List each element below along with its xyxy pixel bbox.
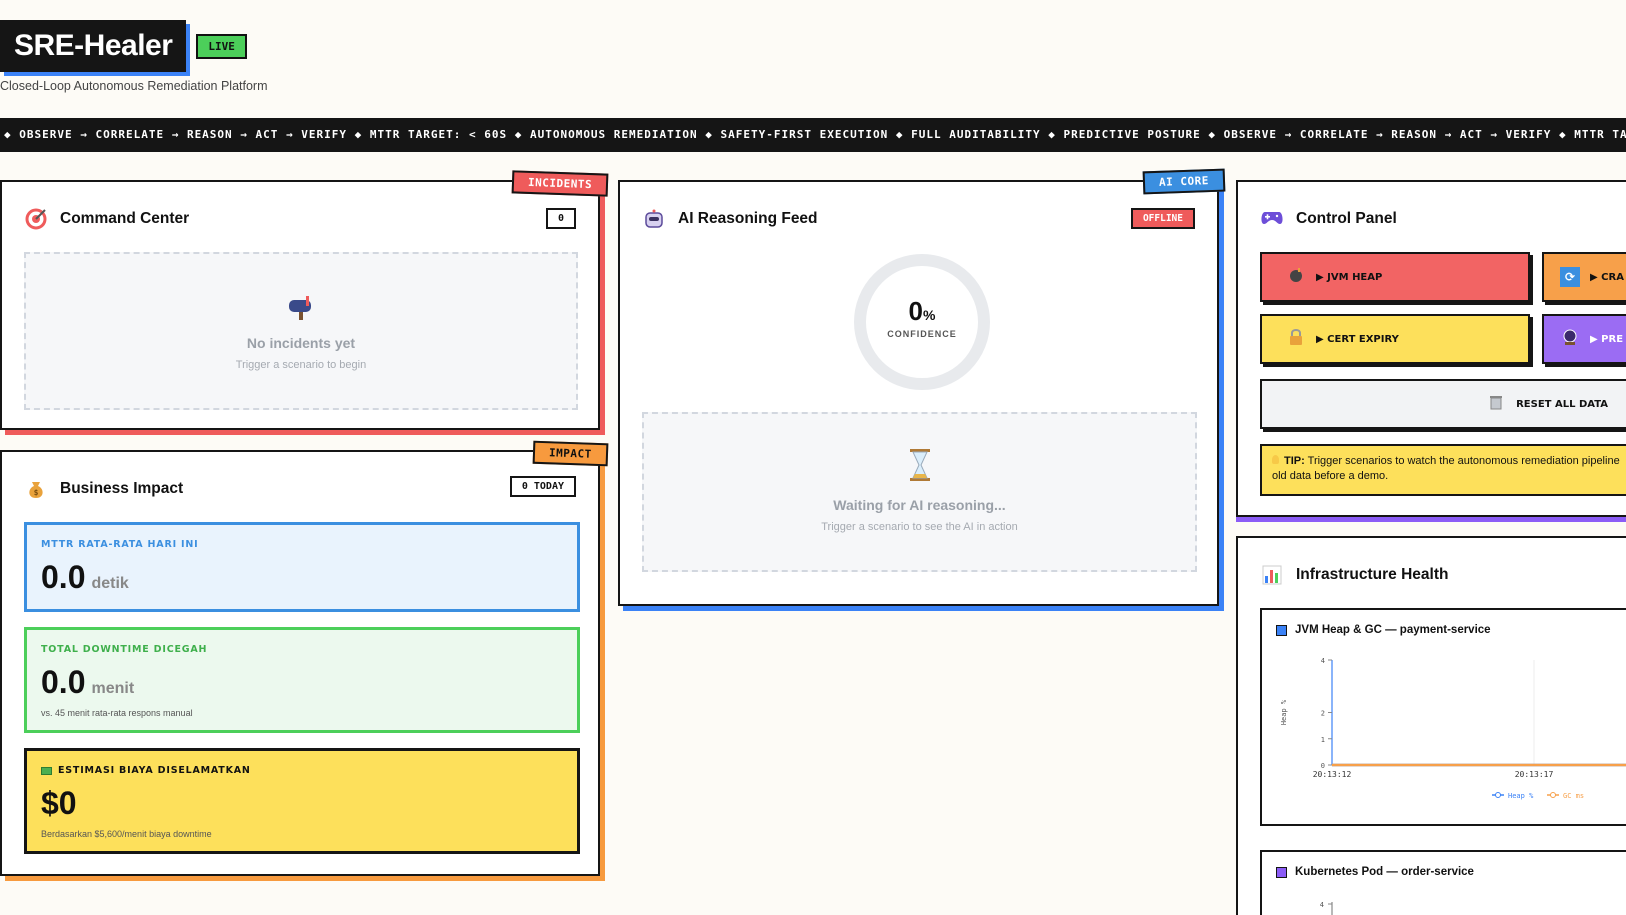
incidents-empty-state: No incidents yet Trigger a scenario to b…: [24, 252, 578, 410]
card-title: Command Center: [60, 210, 190, 227]
lock-icon: [1286, 329, 1306, 349]
tip-label: TIP:: [1284, 455, 1305, 467]
incident-count: 0: [545, 208, 576, 229]
mttr-metric: MTTR RATA-RATA HARI INI 0.0 detik: [24, 522, 580, 612]
y-tick-label: 0: [1321, 762, 1325, 770]
robot-icon: [642, 208, 666, 232]
app-subtitle: Closed-Loop Autonomous Remediation Platf…: [0, 79, 268, 93]
card-title: Infrastructure Health: [1296, 566, 1449, 583]
k8s-pod-chart-card: Kubernetes Pod — order-service 4: [1260, 850, 1626, 915]
trigger-jvm-heap-button[interactable]: ▶ JVM HEAP: [1260, 252, 1530, 302]
svg-text:$: $: [34, 488, 39, 497]
downtime-metric: TOTAL DOWNTIME DICEGAH 0.0 menit vs. 45 m…: [24, 627, 580, 733]
metric-label: MTTR RATA-RATA HARI INI: [41, 539, 199, 550]
tip-text-2: old data before a demo.: [1272, 470, 1389, 482]
button-label: ▶ CERT EXPIRY: [1316, 333, 1399, 345]
impact-count: 0 TODAY: [509, 476, 576, 497]
infrastructure-health-card: Infrastructure Health JVM Heap & GC — pa…: [1236, 536, 1626, 915]
jvm-heap-chart-card: JVM Heap & GC — payment-service 0 1 2 4 Heap…: [1260, 608, 1626, 826]
button-label: ▶ PRE: [1590, 333, 1624, 345]
confidence-gauge: 0% CONFIDENCE: [854, 254, 990, 390]
ai-status-badge: OFFLINE: [1130, 208, 1195, 229]
impact-tag: IMPACT: [532, 440, 609, 467]
y-tick-label: 1: [1321, 736, 1325, 744]
ai-reasoning-card: AI CORE AI Reasoning Feed OFFLINE 0% CON…: [618, 168, 1226, 606]
legend-marker: [1495, 792, 1501, 798]
tip-text: Trigger scenarios to watch the autonomou…: [1304, 455, 1620, 467]
bomb-icon: [1286, 267, 1306, 287]
refresh-icon: ⟳: [1560, 267, 1580, 287]
y-tick-label: 4: [1320, 901, 1324, 909]
button-label: ▶ JVM HEAP: [1316, 271, 1383, 283]
brand: SRE-Healer LIVE: [0, 20, 247, 72]
ai-core-tag: AI CORE: [1142, 168, 1226, 195]
k8s-pod-chart: 4: [1320, 901, 1333, 915]
trash-icon: [1486, 394, 1506, 414]
cost-value: $0: [41, 785, 77, 821]
hourglass-icon: [644, 448, 1195, 489]
app-logo: SRE-Healer: [0, 20, 187, 72]
legend-label: GC ms: [1563, 792, 1584, 800]
control-panel-card: Control Panel ▶ JVM HEAP ⟳ ▶ CRA ▶ CERT …: [1236, 180, 1626, 517]
empty-title: No incidents yet: [246, 335, 356, 351]
status-ticker: ◆ OBSERVE → CORRELATE → REASON → ACT → V…: [0, 118, 1626, 152]
metric-label: TOTAL DOWNTIME DICEGAH: [41, 644, 208, 655]
tip-box: TIP: Trigger scenarios to watch the auto…: [1260, 444, 1626, 496]
crystal-ball-icon: [1560, 329, 1580, 349]
reset-all-data-button[interactable]: RESET ALL DATA: [1260, 379, 1626, 429]
mailbox-icon: [26, 294, 576, 327]
y-tick-label: 2: [1321, 710, 1325, 718]
y-axis-label: Heap %: [1280, 699, 1288, 725]
target-icon: [24, 208, 48, 232]
command-center-card: INCIDENTS Command Center 0 No incidents …: [0, 170, 609, 430]
cost-metric: ESTIMASI BIAYA DISELAMATKAN $0 Berdasark…: [24, 748, 580, 854]
mttr-unit: detik: [91, 575, 129, 592]
mttr-value: 0.0: [41, 559, 86, 595]
confidence-value: 0%: [866, 296, 978, 327]
metric-value: 0.0 detik: [41, 559, 129, 596]
downtime-value: 0.0: [41, 664, 86, 700]
bar-chart-icon: [1260, 564, 1284, 588]
ticker-text: ◆ OBSERVE → CORRELATE → REASON → ACT → V…: [4, 128, 1626, 141]
downtime-unit: menit: [91, 680, 135, 697]
legend-marker: [1550, 792, 1556, 798]
jvm-heap-chart: 0 1 2 4 Heap % 20:13:12 20:13:17 Heap % GC ms: [1280, 657, 1626, 800]
metric-label: ESTIMASI BIAYA DISELAMATKAN: [41, 765, 251, 776]
metric-note: vs. 45 menit rata-rata respons manual: [41, 708, 193, 718]
metric-note: Berdasarkan $5,600/menit biaya downtime: [41, 829, 212, 839]
button-label: RESET ALL DATA: [1516, 398, 1608, 410]
y-tick-label: 4: [1321, 657, 1325, 665]
incidents-tag: INCIDENTS: [511, 170, 609, 197]
confidence-number: 0: [908, 296, 923, 326]
ai-waiting-state: Waiting for AI reasoning... Trigger a sc…: [642, 412, 1197, 572]
business-impact-card: IMPACT $ Business Impact 0 TODAY MTTR RA…: [0, 440, 609, 876]
waiting-subtitle: Trigger a scenario to see the AI in acti…: [821, 521, 1018, 533]
money-bag-icon: $: [24, 478, 48, 502]
empty-subtitle: Trigger a scenario to begin: [235, 359, 367, 371]
gamepad-icon: [1260, 208, 1284, 232]
trigger-crash-button[interactable]: ⟳ ▶ CRA: [1542, 252, 1626, 302]
confidence-label: CONFIDENCE: [887, 329, 957, 339]
trigger-predictive-button[interactable]: ▶ PRE: [1542, 314, 1626, 364]
card-title: Business Impact: [60, 480, 184, 497]
cost-label: ESTIMASI BIAYA DISELAMATKAN: [58, 765, 251, 776]
waiting-title: Waiting for AI reasoning...: [833, 497, 1006, 513]
live-badge: LIVE: [196, 33, 247, 59]
button-label: ▶ CRA: [1590, 271, 1624, 283]
x-tick-label: 20:13:12: [1313, 770, 1352, 779]
card-title: AI Reasoning Feed: [678, 210, 818, 227]
card-title: Control Panel: [1296, 210, 1397, 227]
x-tick-label: 20:13:17: [1515, 770, 1554, 779]
trigger-cert-expiry-button[interactable]: ▶ CERT EXPIRY: [1260, 314, 1530, 364]
cash-icon: [41, 766, 52, 775]
legend-label: Heap %: [1508, 792, 1534, 800]
metric-value: 0.0 menit: [41, 664, 134, 701]
lightbulb-icon: [1272, 455, 1279, 464]
confidence-unit: %: [923, 307, 936, 323]
